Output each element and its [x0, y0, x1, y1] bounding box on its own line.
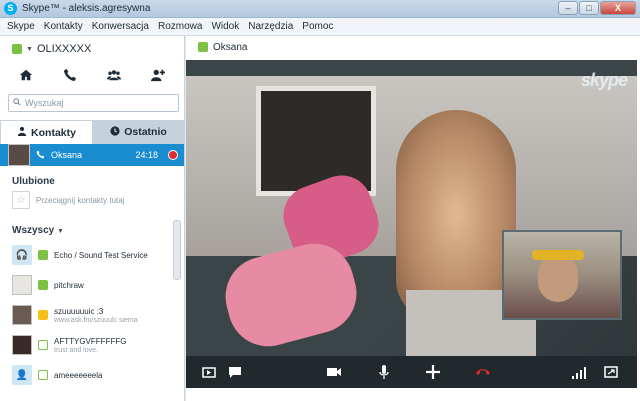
- chevron-down-icon: ▼: [57, 228, 64, 235]
- list-item[interactable]: szuuuuuuic :3 www.ask.fm/szuuulc siema: [0, 300, 184, 330]
- menu-skype[interactable]: Skype: [4, 18, 41, 35]
- fullscreen-icon[interactable]: [602, 363, 620, 381]
- menu-kontakty[interactable]: Kontakty: [41, 18, 89, 35]
- clock-icon: [110, 125, 120, 139]
- menu-konwersacja[interactable]: Konwersacja: [89, 18, 155, 35]
- person-icon: [17, 126, 27, 139]
- favorites-drop-zone: ☆ Przeciągnij kontakty tutaj: [12, 191, 168, 209]
- offline-status-icon: [38, 340, 48, 350]
- all-contacts-header[interactable]: Wszyscy ▼: [0, 209, 184, 240]
- self-preview-video[interactable]: [502, 230, 622, 320]
- tab-recent[interactable]: Ostatnio: [93, 120, 184, 144]
- video-camera-icon[interactable]: [325, 363, 343, 381]
- tab-contacts[interactable]: Kontakty: [0, 120, 93, 144]
- search-icon: [13, 98, 21, 108]
- phone-icon: [36, 150, 45, 161]
- favorites-title: Ulubione: [12, 176, 55, 187]
- tab-contacts-label: Kontakty: [31, 126, 76, 139]
- contact-name: Echo / Sound Test Service: [54, 250, 148, 260]
- search-input[interactable]: Wyszukaj: [8, 94, 179, 112]
- skype-app-icon: S: [4, 2, 17, 15]
- home-icon[interactable]: [19, 68, 33, 85]
- list-item[interactable]: 🎧 Echo / Sound Test Service: [0, 240, 184, 270]
- tab-recent-label: Ostatnio: [124, 126, 167, 138]
- hang-up-icon[interactable]: [168, 150, 178, 160]
- contact-name: szuuuuuuic :3: [54, 306, 104, 316]
- online-status-icon: [38, 280, 48, 290]
- online-status-icon: [12, 44, 22, 54]
- menu-widok[interactable]: Widok: [208, 18, 245, 35]
- active-call-name: Oksana: [51, 150, 83, 160]
- active-call-row[interactable]: Oksana 24:18: [0, 144, 184, 166]
- title-bar: S Skype™ - aleksis.agresywna – □ X: [0, 0, 640, 18]
- add-plus-icon[interactable]: [424, 363, 442, 381]
- favorites-hint: Przeciągnij kontakty tutaj: [36, 195, 125, 205]
- conversation-header: Oksana: [186, 36, 640, 58]
- conversation-panel: Oksana skype: [186, 36, 640, 401]
- maximize-button[interactable]: □: [579, 1, 599, 15]
- online-status-icon: [38, 250, 48, 260]
- video-feed: skype: [186, 60, 637, 388]
- avatar: [12, 275, 32, 295]
- close-button[interactable]: X: [600, 1, 636, 15]
- user-name: OLIXXXXX: [36, 43, 92, 55]
- user-status[interactable]: ▼ OLIXXXXX: [0, 36, 184, 58]
- menu-pomoc[interactable]: Pomoc: [299, 18, 339, 35]
- quick-actions: [0, 58, 184, 94]
- chat-bubble-icon[interactable]: [226, 363, 244, 381]
- contact-tabs: Kontakty Ostatnio: [0, 120, 184, 144]
- minimize-button[interactable]: –: [558, 1, 578, 15]
- online-status-icon: [198, 42, 208, 52]
- add-contact-icon[interactable]: [151, 68, 165, 85]
- contact-mood: www.ask.fm/szuuulc siema: [54, 316, 138, 324]
- list-item[interactable]: pitchraw: [0, 270, 184, 300]
- star-icon: ☆: [12, 191, 30, 209]
- end-call-icon[interactable]: [474, 363, 492, 381]
- contact-mood: trust and love.: [54, 346, 98, 354]
- list-item[interactable]: AFTTYGVFFFFFFG trust and love.: [0, 330, 184, 360]
- conversation-title[interactable]: Oksana: [213, 42, 247, 53]
- contact-name: ameeeeeeela: [54, 370, 103, 380]
- avatar: [12, 335, 32, 355]
- headset-icon: 🎧: [12, 245, 32, 265]
- avatar: [12, 305, 32, 325]
- menu-rozmowa[interactable]: Rozmowa: [155, 18, 208, 35]
- offline-status-icon: [38, 370, 48, 380]
- microphone-icon[interactable]: [375, 363, 393, 381]
- contact-placeholder-icon: 👤: [12, 365, 32, 385]
- all-contacts-title: Wszyscy: [12, 225, 55, 236]
- contact-name: AFTTYGVFFFFFFG: [54, 336, 127, 346]
- window-title: Skype™ - aleksis.agresywna: [22, 3, 151, 14]
- chevron-down-icon: ▼: [26, 45, 33, 53]
- search-placeholder: Wyszukaj: [25, 98, 64, 108]
- call-controls-bar: [186, 356, 637, 388]
- signal-strength-icon[interactable]: [570, 363, 588, 381]
- skype-logo: skype: [580, 70, 628, 90]
- avatar: [8, 144, 30, 166]
- list-item[interactable]: 👤 ameeeeeeela: [0, 360, 184, 390]
- call-phone-icon[interactable]: [63, 68, 77, 85]
- self-preview-cap: [532, 250, 584, 260]
- group-contacts-icon[interactable]: [107, 68, 121, 85]
- call-duration: 24:18: [135, 150, 158, 160]
- self-preview-face: [538, 254, 578, 302]
- menu-narzedzia[interactable]: Narzędzia: [245, 18, 299, 35]
- contacts-scrollbar[interactable]: [173, 220, 181, 280]
- left-panel: ▼ OLIXXXXX Wyszukaj Kontakty Ostatnio Ok…: [0, 36, 185, 401]
- menu-bar: Skype Kontakty Konwersacja Rozmowa Widok…: [0, 18, 640, 36]
- contact-name: pitchraw: [54, 280, 84, 290]
- video-person-face: [396, 110, 516, 320]
- screen-share-icon[interactable]: [200, 363, 218, 381]
- away-status-icon: [38, 310, 48, 320]
